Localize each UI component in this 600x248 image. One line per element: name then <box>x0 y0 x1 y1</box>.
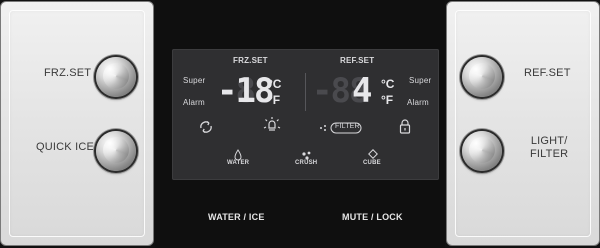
left-panel-bevel <box>9 10 145 237</box>
mute-lock-button[interactable]: MUTE / LOCK <box>342 212 403 222</box>
ref-title: REF.SET <box>340 56 375 65</box>
lock-icon <box>398 118 412 139</box>
light-bulb-icon <box>263 116 281 139</box>
light-filter-label-line1: LIGHT/ <box>530 135 568 147</box>
frz-set-label: FRZ.SET <box>44 67 92 79</box>
light-filter-knob-shine <box>469 137 495 163</box>
ref-temperature: 4 <box>352 71 373 111</box>
frz-super-indicator: Super <box>183 76 206 85</box>
display-divider <box>305 73 306 111</box>
crush-label: CRUSH <box>295 160 318 166</box>
quick-ice-label: QUICK ICE <box>36 141 95 153</box>
light-filter-label: LIGHT/ FILTER <box>530 135 568 161</box>
frz-unit-fahrenheit: °F <box>268 93 281 107</box>
ref-set-knob-shine <box>469 63 495 89</box>
frz-title: FRZ.SET <box>233 56 268 65</box>
right-button-panel <box>446 1 600 246</box>
ref-super-indicator: Super <box>409 76 432 85</box>
frz-set-knob-shine <box>103 63 129 89</box>
light-filter-button[interactable] <box>462 131 502 171</box>
filter-label: FILTER <box>335 123 360 130</box>
frz-alarm-indicator: Alarm <box>183 98 205 107</box>
frz-set-button[interactable] <box>96 57 136 97</box>
left-button-panel <box>0 1 154 246</box>
ref-set-button[interactable] <box>462 57 502 97</box>
light-filter-label-line2: FILTER <box>530 148 569 160</box>
frz-unit-celsius: °C <box>268 77 282 91</box>
quick-ice-button[interactable] <box>96 131 136 171</box>
right-panel-bevel <box>455 10 591 237</box>
ref-unit-fahrenheit: °F <box>381 93 394 107</box>
frz-temperature: -18 <box>217 71 274 111</box>
water-ice-button[interactable]: WATER / ICE <box>208 212 265 222</box>
ref-alarm-indicator: Alarm <box>407 98 429 107</box>
cube-label: CUBE <box>363 160 381 166</box>
ref-set-label: REF.SET <box>524 67 571 79</box>
spin-icon <box>198 119 214 140</box>
quick-ice-knob-shine <box>103 137 129 163</box>
water-label: WATER <box>227 160 250 166</box>
ref-unit-celsius: °C <box>381 77 395 91</box>
